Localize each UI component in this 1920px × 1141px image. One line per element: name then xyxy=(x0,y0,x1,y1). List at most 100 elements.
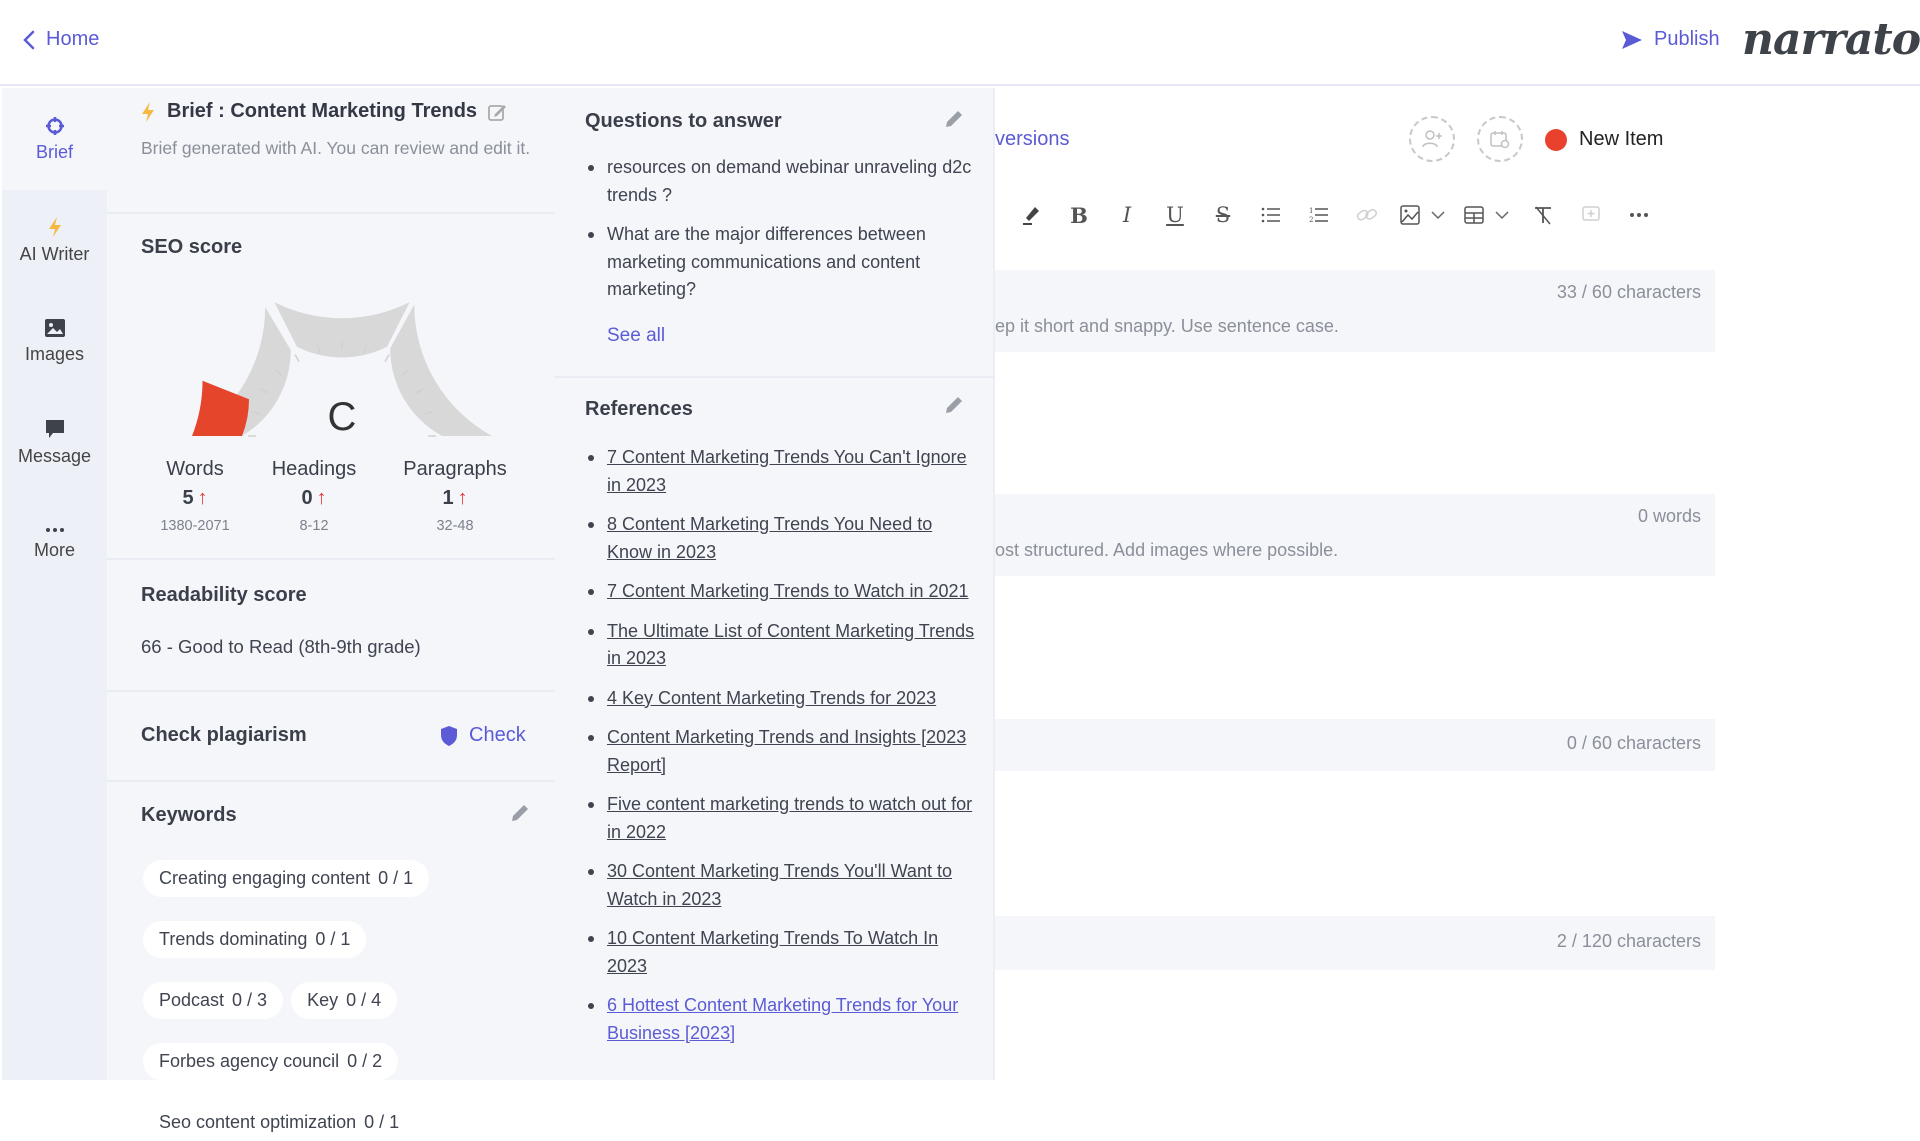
divider xyxy=(555,376,995,378)
chevron-down-icon xyxy=(1495,211,1509,220)
sidebar-item-message[interactable]: Message xyxy=(2,392,107,492)
sidebar-item-more[interactable]: More xyxy=(2,493,107,593)
reference-link[interactable]: The Ultimate List of Content Marketing T… xyxy=(607,621,974,669)
character-counter: 0 / 60 characters xyxy=(1566,733,1701,753)
brief-header: Brief : Content Marketing Trends xyxy=(139,100,507,123)
metric-value: 0 ↑ xyxy=(244,487,384,510)
assign-user-button[interactable] xyxy=(1409,116,1455,162)
reference-link[interactable]: 10 Content Marketing Trends To Watch In … xyxy=(607,928,938,976)
more-options-button[interactable] xyxy=(1615,198,1663,232)
reference-item: 4 Key Content Marketing Trends for 2023 xyxy=(585,685,980,713)
svg-text:2: 2 xyxy=(1309,216,1313,224)
gauge-segment xyxy=(390,304,492,436)
bullet-list-button[interactable] xyxy=(1247,198,1295,232)
underline-button[interactable]: U xyxy=(1151,198,1199,232)
image-icon xyxy=(1400,205,1420,225)
lightning-icon xyxy=(48,216,61,237)
bold-icon: B xyxy=(1070,202,1088,228)
sidebar-item-label: Message xyxy=(17,445,92,466)
meta-description-field[interactable]: 2 / 120 characters xyxy=(995,916,1715,970)
keyword-chip[interactable]: Trends dominating 0 / 1 xyxy=(143,921,367,958)
references-title: References xyxy=(585,398,693,420)
keyword-chip[interactable]: Creating engaging content 0 / 1 xyxy=(143,860,430,897)
check-label: Check xyxy=(469,724,526,746)
reference-link[interactable]: 30 Content Marketing Trends You'll Want … xyxy=(607,861,952,909)
publish-button[interactable]: Publish xyxy=(1620,28,1720,51)
keyword-chip[interactable]: Podcast 0 / 3 xyxy=(143,982,284,1019)
reference-link[interactable]: Five content marketing trends to watch o… xyxy=(607,794,972,842)
numbered-list-button[interactable]: 12 xyxy=(1295,198,1343,232)
lightning-icon xyxy=(142,101,154,122)
readability-title: Readability score xyxy=(141,584,307,606)
sidebar-item-label: More xyxy=(33,539,75,560)
user-add-icon xyxy=(1422,130,1442,148)
keyword-term: Creating engaging content xyxy=(159,868,371,888)
keyword-chip[interactable]: Key 0 / 4 xyxy=(291,982,398,1019)
due-date-button[interactable] xyxy=(1477,116,1523,162)
edit-icon[interactable] xyxy=(487,102,507,122)
italic-icon: I xyxy=(1122,203,1132,227)
add-comment-button[interactable] xyxy=(1567,198,1615,232)
keyword-chip[interactable]: Seo content optimization 0 / 1 xyxy=(143,1104,416,1141)
reference-link[interactable]: 6 Hottest Content Marketing Trends for Y… xyxy=(607,995,958,1043)
sidebar-item-ai-writer[interactable]: AI Writer xyxy=(2,190,107,290)
reference-link[interactable]: 8 Content Marketing Trends You Need to K… xyxy=(607,514,932,562)
sidebar-item-label: Brief xyxy=(35,141,73,162)
plagiarism-title: Check plagiarism xyxy=(141,724,307,746)
status-label[interactable]: New Item xyxy=(1579,128,1663,151)
reference-item: 8 Content Marketing Trends You Need to K… xyxy=(585,511,980,566)
image-icon xyxy=(44,318,65,337)
brief-title: Brief : Content Marketing Trends xyxy=(167,100,478,122)
sidebar-item-brief[interactable]: Brief xyxy=(2,88,107,190)
narrato-logo: narrato xyxy=(1742,14,1920,65)
keyword-term: Trends dominating xyxy=(159,929,308,949)
pencil-icon[interactable] xyxy=(943,394,965,416)
meta-title-field[interactable]: 0 / 60 characters xyxy=(995,719,1715,771)
questions-references-panel: Questions to answer resources on demand … xyxy=(555,88,995,1080)
reference-item: 10 Content Marketing Trends To Watch In … xyxy=(585,925,980,980)
reference-link[interactable]: 7 Content Marketing Trends to Watch in 2… xyxy=(607,581,969,601)
arrow-up-icon: ↑ xyxy=(316,487,327,509)
questions-list: resources on demand webinar unraveling d… xyxy=(585,154,980,316)
reference-link[interactable]: 7 Content Marketing Trends You Can't Ign… xyxy=(607,447,967,495)
clear-format-button[interactable] xyxy=(1519,198,1567,232)
pencil-icon[interactable] xyxy=(509,802,531,824)
insert-table-button[interactable] xyxy=(1455,198,1519,232)
keyword-count: 0 / 2 xyxy=(347,1051,383,1071)
svg-text:1: 1 xyxy=(1309,207,1313,215)
sidebar-item-images[interactable]: Images xyxy=(2,291,107,391)
body-field[interactable]: 0 words ost structured. Add images where… xyxy=(995,494,1715,576)
keyword-chip[interactable]: Forbes agency council 0 / 2 xyxy=(143,1043,399,1080)
brief-panel: Brief : Content Marketing Trends Brief g… xyxy=(107,88,555,1141)
highlight-button[interactable] xyxy=(1007,198,1055,232)
insert-image-button[interactable] xyxy=(1391,198,1455,232)
sidebar: Brief AI Writer Images Message More xyxy=(2,88,107,1080)
chevron-left-icon xyxy=(23,30,35,49)
keyword-term: Key xyxy=(307,990,339,1010)
keyword-count: 0 / 1 xyxy=(364,1112,400,1132)
metric-label: Headings xyxy=(271,458,357,480)
strikethrough-button[interactable]: S xyxy=(1199,198,1247,232)
title-field[interactable]: 33 / 60 characters ep it short and snapp… xyxy=(995,270,1715,352)
see-all-link[interactable]: See all xyxy=(607,325,665,347)
bullet-list-icon xyxy=(1261,207,1280,223)
check-plagiarism-button[interactable]: Check xyxy=(439,724,526,747)
more-dots-icon xyxy=(45,527,64,532)
reference-link[interactable]: 4 Key Content Marketing Trends for 2023 xyxy=(607,688,936,708)
arrow-up-icon: ↑ xyxy=(197,487,208,509)
field-hint: ost structured. Add images where possibl… xyxy=(995,540,1339,560)
italic-button[interactable]: I xyxy=(1103,198,1151,232)
question-item: What are the major differences between m… xyxy=(585,221,980,304)
pencil-icon[interactable] xyxy=(943,108,965,130)
word-counter: 0 words xyxy=(1637,506,1701,526)
bold-button[interactable]: B xyxy=(1055,198,1103,232)
versions-link[interactable]: versions xyxy=(995,128,1069,151)
reference-link[interactable]: Content Marketing Trends and Insights [2… xyxy=(607,727,966,775)
metric-headings: Headings 0 ↑ 8-12 xyxy=(244,458,384,534)
more-dots-icon xyxy=(1630,213,1648,217)
home-link[interactable]: Home xyxy=(22,28,99,51)
keyword-term: Forbes agency council xyxy=(159,1051,340,1071)
metric-paragraphs: Paragraphs 1 ↑ 32-48 xyxy=(385,458,525,534)
link-button[interactable] xyxy=(1343,198,1391,232)
divider xyxy=(107,690,555,692)
